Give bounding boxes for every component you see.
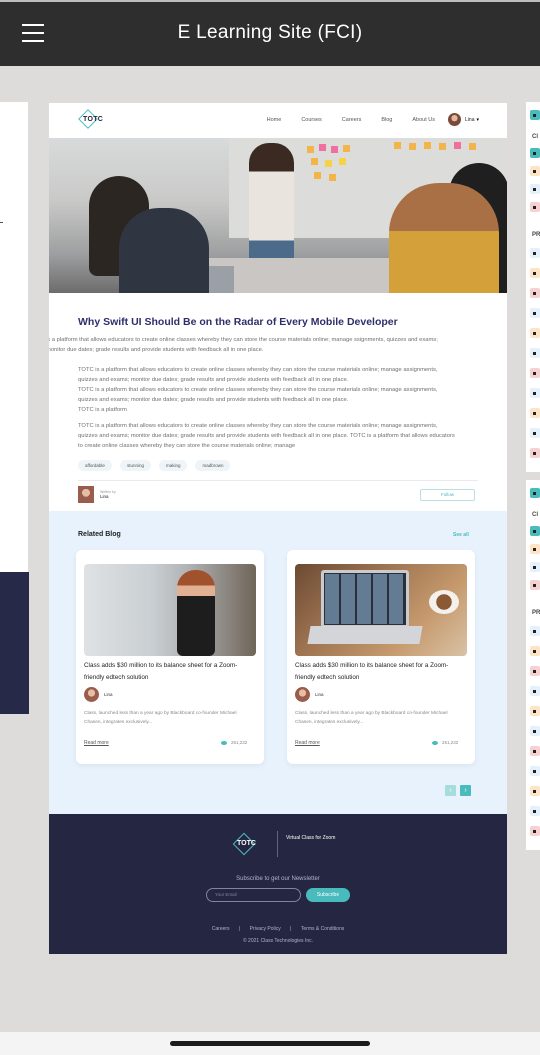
section-title: Related Blog [78, 531, 121, 538]
author-name: Lina [100, 494, 109, 499]
blog-card-author: Lina [295, 687, 324, 702]
article-paragraph: TOTC is a platform that allows educators… [78, 423, 455, 449]
user-name: Lina [465, 116, 475, 123]
footer-link-privacy[interactable]: Privacy Policy [250, 926, 281, 932]
read-more-link[interactable]: Read more [295, 740, 320, 746]
eye-icon [432, 740, 438, 745]
nav-link-home[interactable]: Home [267, 117, 282, 123]
copyright: © 2021 Class Technologies Inc. [242, 938, 314, 944]
newsletter-heading: Subscribe to get our Newsletter [236, 876, 320, 882]
hero-image [49, 138, 507, 293]
nav-links: Home Courses Careers Blog About Us [247, 117, 435, 123]
see-all-link[interactable]: See all [453, 532, 469, 538]
author-block: Written by Lina [78, 486, 116, 503]
side-label: Cl [532, 134, 538, 140]
pager: ‹ › [445, 785, 471, 796]
eye-icon [221, 740, 227, 745]
totc-logo[interactable]: TOTC [78, 109, 103, 129]
prev-page-button[interactable]: ‹ [445, 785, 456, 796]
footer-separator: | [290, 926, 292, 932]
blog-card[interactable]: Class adds $30 million to its balance sh… [287, 550, 475, 764]
chevron-down-icon: ▾ [476, 116, 479, 123]
blog-card-image [84, 564, 256, 656]
side-label: PR [532, 610, 540, 616]
blog-card[interactable]: Class adds $30 million to its balance sh… [76, 550, 264, 764]
app-title: E Learning Site (FCI) [177, 22, 363, 43]
blog-card-description: Class, launched less than a year ago by … [84, 711, 237, 725]
tag[interactable]: stunning [119, 460, 151, 471]
divider [277, 831, 278, 857]
site-nav: TOTC Home Courses Careers Blog About Us … [49, 103, 507, 138]
view-count: 251,232 [432, 740, 458, 745]
prev-screen-footer [0, 572, 29, 714]
next-screen-preview-top[interactable]: Cl PR [526, 102, 540, 472]
side-label: Cl [532, 512, 538, 518]
read-more-link[interactable]: Read more [84, 740, 109, 746]
footer-link-terms[interactable]: Terms & Conditions [301, 926, 344, 932]
blog-card-title: Class adds $30 million to its balance sh… [84, 662, 238, 681]
footer-link-careers[interactable]: Careers [212, 926, 230, 932]
footer-links: Careers | Privacy Policy | Terms & Condi… [49, 926, 507, 932]
article-title: Why Swift UI Should Be on the Radar of E… [78, 316, 398, 328]
nav-link-courses[interactable]: Courses [301, 117, 321, 123]
tag-list: affordable stunning making madbrown [78, 460, 231, 471]
footer-logo[interactable]: TOTC [232, 832, 263, 856]
blog-card-image [295, 564, 467, 656]
tag[interactable]: making [158, 460, 188, 471]
blog-card-author: Lina [84, 687, 113, 702]
site-footer: TOTC Virtual Class for Zoom Subscribe to… [49, 814, 507, 954]
tag[interactable]: madbrown [195, 460, 231, 471]
subscribe-button[interactable]: Subscribe [306, 888, 350, 902]
blog-card-description: Class, launched less than a year ago by … [295, 711, 448, 725]
nav-link-about[interactable]: About Us [412, 117, 435, 123]
nav-link-careers[interactable]: Careers [342, 117, 362, 123]
app-bar: E Learning Site (FCI) [0, 0, 540, 66]
avatar [295, 687, 310, 702]
article-paragraph: TOTC is a platform that allows educators… [78, 367, 438, 413]
blog-card-title: Class adds $30 million to its balance sh… [295, 662, 449, 681]
article-lead: is a platform that allows educators to c… [49, 337, 438, 353]
avatar [84, 687, 99, 702]
next-screen-preview-bottom[interactable]: Cl PR [526, 480, 540, 850]
next-page-button[interactable]: › [460, 785, 471, 796]
tag[interactable]: affordable [78, 460, 112, 471]
nav-link-blog[interactable]: Blog [381, 117, 392, 123]
avatar [448, 113, 462, 126]
email-field[interactable]: Your Email [206, 888, 301, 902]
footer-tagline: Virtual Class for Zoom [286, 835, 336, 841]
home-indicator[interactable] [170, 1041, 370, 1046]
follow-button[interactable]: Follow [420, 489, 475, 501]
prev-screen-preview[interactable] [0, 102, 28, 572]
related-blog-section: Related Blog See all Class adds $30 mill… [49, 511, 507, 814]
side-label: PR [532, 232, 540, 238]
blog-page-preview: TOTC Home Courses Careers Blog About Us … [49, 103, 507, 954]
user-menu[interactable]: Lina ▾ [448, 113, 479, 126]
footer-separator: | [238, 926, 241, 932]
avatar [78, 486, 94, 503]
view-count: 251,232 [221, 740, 247, 745]
divider [78, 480, 478, 481]
